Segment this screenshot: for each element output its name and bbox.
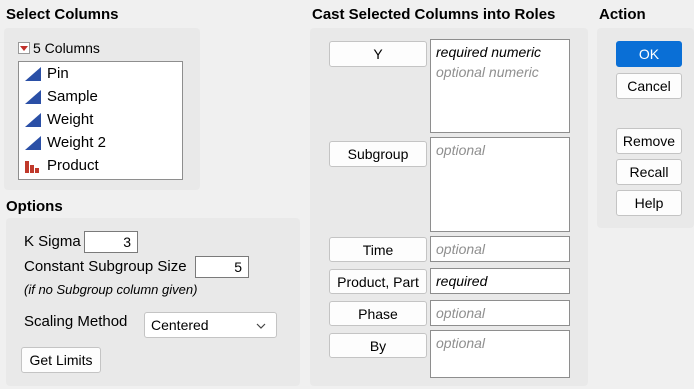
subgroup-note: (if no Subgroup column given) <box>24 282 198 297</box>
column-label: Weight 2 <box>47 134 106 151</box>
column-label: Weight <box>47 111 94 128</box>
column-item-sample[interactable]: Sample <box>19 85 182 108</box>
select-columns-title: Select Columns <box>6 6 119 23</box>
constant-subgroup-label: Constant Subgroup Size <box>24 258 187 275</box>
remove-button[interactable]: Remove <box>616 128 682 154</box>
roles-title: Cast Selected Columns into Roles <box>312 6 556 23</box>
phase-role-button[interactable]: Phase <box>329 301 427 326</box>
subgroup-role-button[interactable]: Subgroup <box>329 141 427 167</box>
time-role-list[interactable]: optional <box>430 236 570 262</box>
column-label: Sample <box>47 88 98 105</box>
product-part-role-list[interactable]: required <box>430 268 570 294</box>
nominal-icon <box>25 160 39 173</box>
k-sigma-label: K Sigma <box>24 233 81 250</box>
subgroup-role-list[interactable]: optional <box>430 137 570 232</box>
k-sigma-input[interactable]: 3 <box>84 231 138 253</box>
ok-button[interactable]: OK <box>616 41 682 67</box>
columns-count: 5 Columns <box>33 40 100 56</box>
column-label: Pin <box>47 65 69 82</box>
help-button[interactable]: Help <box>616 190 682 216</box>
by-role-list[interactable]: optional <box>430 330 570 378</box>
y-role-button[interactable]: Y <box>329 41 427 67</box>
column-item-weight[interactable]: Weight <box>19 108 182 131</box>
scaling-method-value: Centered <box>151 317 209 333</box>
continuous-icon <box>25 89 41 104</box>
y-role-list[interactable]: required numeric optional numeric <box>430 39 570 133</box>
action-title: Action <box>599 6 646 23</box>
columns-list[interactable]: Pin Sample Weight Weight 2 Product <box>18 61 183 180</box>
product-part-role-hint: required <box>436 273 488 289</box>
phase-role-hint: optional <box>436 305 486 321</box>
y-role-hint-optional: optional numeric <box>436 64 539 80</box>
get-limits-button[interactable]: Get Limits <box>21 347 101 373</box>
continuous-icon <box>25 66 41 81</box>
column-item-product[interactable]: Product <box>19 154 182 177</box>
columns-header[interactable]: 5 Columns <box>18 40 100 56</box>
column-item-pin[interactable]: Pin <box>19 62 182 85</box>
constant-subgroup-input[interactable]: 5 <box>195 256 249 278</box>
cancel-button[interactable]: Cancel <box>616 73 682 99</box>
recall-button[interactable]: Recall <box>616 159 682 185</box>
column-label: Product <box>47 157 99 174</box>
product-part-role-button[interactable]: Product, Part <box>329 269 427 294</box>
phase-role-list[interactable]: optional <box>430 300 570 326</box>
continuous-icon <box>25 112 41 127</box>
by-role-hint: optional <box>436 335 486 351</box>
chevron-down-icon <box>256 323 266 329</box>
scaling-method-label: Scaling Method <box>24 313 128 330</box>
scaling-method-select[interactable]: Centered <box>144 312 277 338</box>
options-title: Options <box>6 198 63 215</box>
continuous-icon <box>25 135 41 150</box>
disclosure-icon[interactable] <box>18 42 30 54</box>
y-role-hint-required: required numeric <box>436 44 542 60</box>
by-role-button[interactable]: By <box>329 333 427 358</box>
subgroup-role-hint: optional <box>436 142 486 158</box>
time-role-button[interactable]: Time <box>329 237 427 262</box>
time-role-hint: optional <box>436 241 486 257</box>
column-item-weight-2[interactable]: Weight 2 <box>19 131 182 154</box>
